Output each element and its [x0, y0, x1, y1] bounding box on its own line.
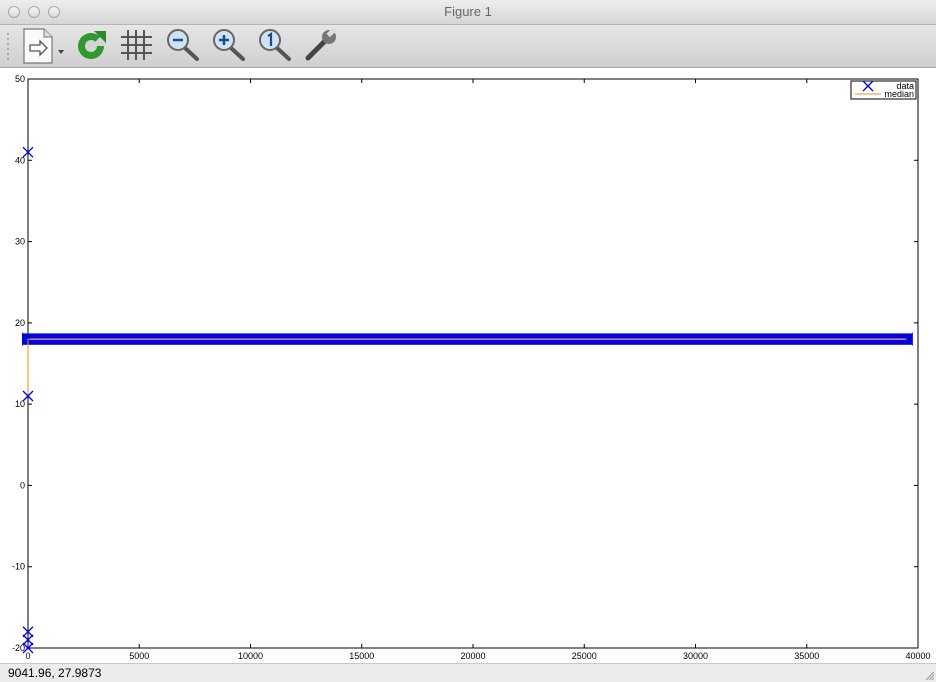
grid-icon: [121, 30, 152, 60]
zoom-in-button[interactable]: [210, 25, 250, 65]
export-button[interactable]: [20, 25, 68, 65]
legend-label-median: median: [884, 89, 914, 99]
resize-grip-icon[interactable]: [924, 670, 934, 680]
x-tick-label: 40000: [905, 651, 930, 661]
x-tick-label: 5000: [129, 651, 149, 661]
zoom-in-icon: [213, 29, 245, 61]
x-tick-label: 20000: [460, 651, 485, 661]
x-tick-label: 10000: [238, 651, 263, 661]
status-bar: 9041.96, 27.9873: [0, 663, 936, 682]
x-tick-label: 30000: [683, 651, 708, 661]
cursor-coordinates: 9041.96, 27.9873: [8, 666, 102, 680]
plot-area[interactable]: 5000 10000 15000 20000 25000 30000 35000 40000 0…: [0, 68, 936, 663]
zoom-out-icon: [167, 29, 199, 61]
toolbar: [0, 25, 936, 68]
settings-button[interactable]: [302, 25, 342, 65]
y-tick-label: 50: [15, 74, 25, 84]
refresh-icon: [78, 31, 106, 59]
y-tick-label: 30: [15, 237, 25, 247]
document-arrow-icon: [23, 28, 64, 64]
y-tick-label: 0: [20, 480, 25, 490]
zoom-reset-button[interactable]: [256, 25, 296, 65]
x-tick-label: 0: [25, 651, 30, 661]
x-tick-label: 15000: [349, 651, 374, 661]
x-tick-label: 25000: [572, 651, 597, 661]
refresh-button[interactable]: [72, 25, 112, 65]
y-tick-label: 20: [15, 318, 25, 328]
toolbar-grip-icon: [7, 33, 9, 60]
title-bar: Figure 1: [0, 0, 936, 25]
figure-canvas[interactable]: 5000 10000 15000 20000 25000 30000 35000 40000 0…: [0, 68, 936, 663]
grid-button[interactable]: [118, 25, 158, 65]
zoom-one-icon: [259, 29, 291, 61]
y-tick-label: -10: [12, 562, 25, 572]
x-tick-label: 35000: [794, 651, 819, 661]
zoom-out-button[interactable]: [164, 25, 204, 65]
wrench-icon: [305, 27, 337, 61]
axes-box: [27, 78, 919, 649]
window-title: Figure 1: [444, 4, 492, 19]
